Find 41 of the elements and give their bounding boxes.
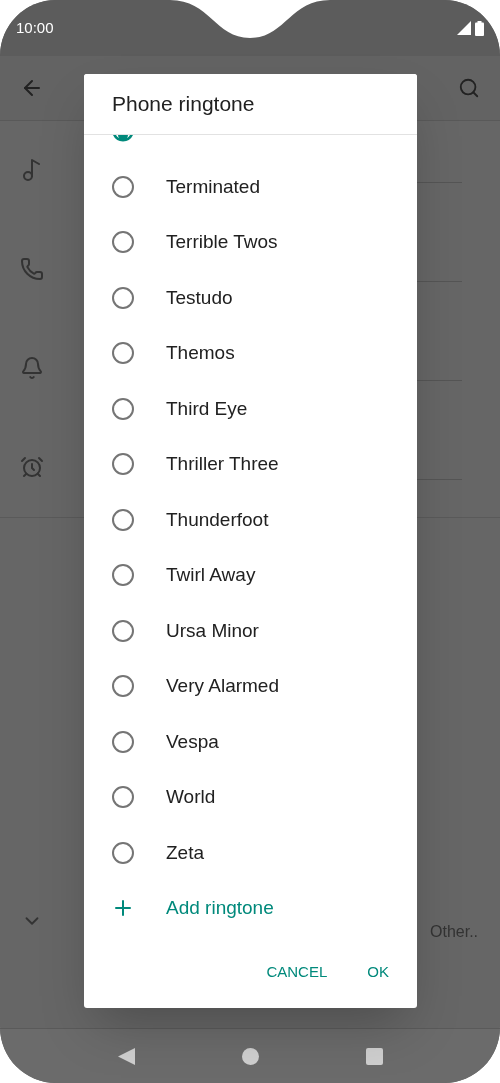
- radio-button[interactable]: [112, 135, 134, 143]
- ringtone-option[interactable]: World: [84, 769, 417, 825]
- radio-button[interactable]: [112, 619, 134, 642]
- home-nav-icon[interactable]: [241, 1047, 259, 1065]
- radio-button[interactable]: [112, 453, 134, 476]
- radio-button[interactable]: [112, 342, 134, 365]
- battery-icon: [475, 20, 484, 36]
- back-nav-icon[interactable]: [117, 1047, 135, 1065]
- ringtone-option[interactable]: Twirl Away: [84, 547, 417, 603]
- ringtone-option[interactable]: Terminated: [84, 159, 417, 215]
- signal-icon: [457, 21, 471, 35]
- ringtone-option[interactable]: Themos: [84, 325, 417, 381]
- cancel-button[interactable]: CANCEL: [250, 954, 344, 990]
- ringtone-option[interactable]: Very Alarmed: [84, 658, 417, 714]
- ringtone-option[interactable]: Terrible Twos: [84, 214, 417, 270]
- phone-icon: [20, 257, 44, 281]
- ringtone-option[interactable]: Ursa Minor: [84, 603, 417, 659]
- bell-icon: [20, 356, 44, 380]
- ringtone-option[interactable]: Testudo: [84, 270, 417, 326]
- status-time: 10:00: [16, 17, 54, 38]
- radio-button[interactable]: [112, 397, 134, 420]
- radio-button[interactable]: [112, 175, 134, 198]
- ok-button[interactable]: OK: [351, 954, 405, 990]
- radio-button[interactable]: [112, 841, 134, 864]
- radio-button[interactable]: [112, 730, 134, 753]
- radio-button[interactable]: [112, 231, 134, 254]
- radio-button[interactable]: [112, 564, 134, 587]
- alarm-clock-icon: [20, 455, 44, 479]
- recents-nav-icon[interactable]: [365, 1047, 383, 1065]
- ringtone-option[interactable]: Thriller Three: [84, 436, 417, 492]
- ringtone-option[interactable]: Thunderfoot: [84, 492, 417, 548]
- radio-button[interactable]: [112, 508, 134, 531]
- radio-button[interactable]: [112, 675, 134, 698]
- ringtone-option[interactable]: Vespa: [84, 714, 417, 770]
- radio-button[interactable]: [112, 786, 134, 809]
- search-icon[interactable]: [458, 77, 480, 99]
- ringtone-option[interactable]: Zeta: [84, 825, 417, 881]
- add-ringtone-button[interactable]: Add ringtone: [84, 880, 417, 936]
- ringtone-option[interactable]: Third Eye: [84, 381, 417, 437]
- dialog-title: Phone ringtone: [112, 91, 255, 118]
- radio-button[interactable]: [112, 286, 134, 309]
